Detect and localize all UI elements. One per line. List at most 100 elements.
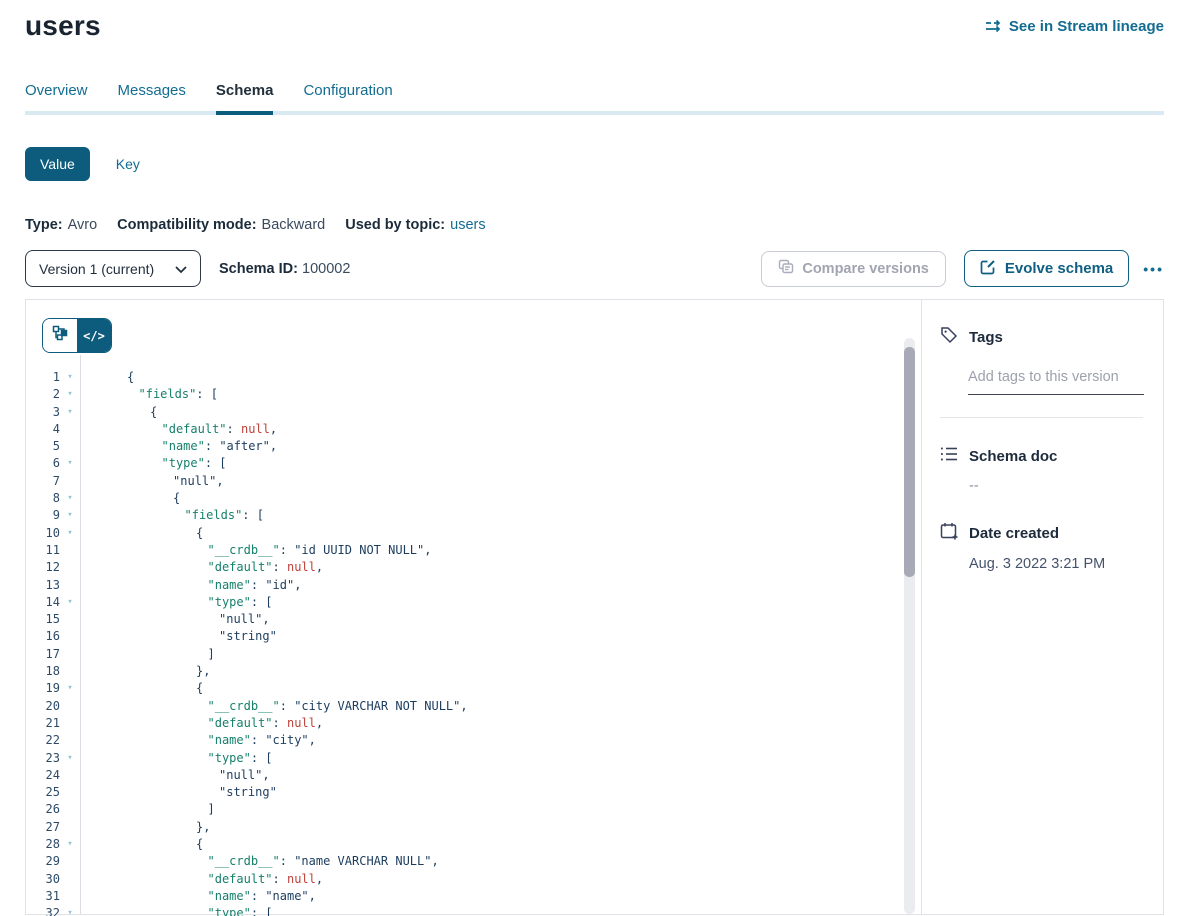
caret-placeholder — [60, 715, 80, 732]
caret-placeholder — [60, 628, 80, 645]
code-token: "city" — [265, 733, 308, 747]
code-text: "name": "after", — [80, 438, 277, 455]
code-text: "name": "name", — [80, 888, 316, 905]
code-token: }, — [196, 664, 210, 678]
code-token: "default" — [208, 716, 273, 730]
value-button[interactable]: Value — [25, 147, 90, 181]
collapse-caret-icon[interactable]: ▾ — [60, 750, 80, 767]
line-number: 30 — [26, 871, 60, 888]
tab-overview[interactable]: Overview — [25, 82, 88, 115]
code-scrollbar-thumb[interactable] — [904, 347, 915, 577]
code-token: : — [280, 854, 294, 868]
line-number: 29 — [26, 853, 60, 870]
code-token: "null" — [173, 474, 216, 488]
collapse-caret-icon[interactable]: ▾ — [60, 455, 80, 472]
tree-view-button[interactable] — [43, 319, 77, 352]
line-number: 5 — [26, 438, 60, 455]
evolve-schema-button[interactable]: Evolve schema — [964, 250, 1129, 287]
code-token: , — [316, 872, 323, 886]
schema-id: Schema ID: 100002 — [219, 261, 350, 277]
code-token: "fields" — [139, 387, 197, 401]
meta-value-link[interactable]: users — [450, 217, 485, 233]
code-text: ] — [80, 801, 215, 818]
sidebar-divider — [940, 417, 1143, 418]
code-line: 32▾"type": [ — [26, 905, 921, 916]
code-text: }, — [80, 663, 210, 680]
code-line: 12"default": null, — [26, 559, 921, 576]
collapse-caret-icon[interactable]: ▾ — [60, 386, 80, 403]
code-token: null — [287, 560, 316, 574]
code-token: : — [273, 872, 287, 886]
calendar-plus-icon — [940, 522, 958, 545]
collapse-caret-icon[interactable]: ▾ — [60, 507, 80, 524]
tab-messages[interactable]: Messages — [118, 82, 186, 115]
collapse-caret-icon[interactable]: ▾ — [60, 594, 80, 611]
collapse-caret-icon[interactable]: ▾ — [60, 836, 80, 853]
schema-id-label: Schema ID: — [219, 261, 298, 277]
tags-input[interactable] — [968, 365, 1144, 395]
line-number: 14 — [26, 594, 60, 611]
code-token: : [ — [196, 387, 218, 401]
code-token: , — [262, 768, 269, 782]
meta-value: Backward — [262, 217, 326, 233]
line-number: 2 — [26, 386, 60, 403]
line-number: 28 — [26, 836, 60, 853]
collapse-caret-icon[interactable]: ▾ — [60, 490, 80, 507]
code-token: }, — [196, 820, 210, 834]
code-line: 20"__crdb__": "city VARCHAR NOT NULL", — [26, 698, 921, 715]
code-token: "string" — [219, 629, 277, 643]
caret-placeholder — [60, 542, 80, 559]
line-number: 27 — [26, 819, 60, 836]
line-number: 24 — [26, 767, 60, 784]
code-token: ] — [208, 647, 215, 661]
code-text: "null", — [80, 611, 270, 628]
meta-item: Type:Avro — [25, 217, 97, 233]
list-icon — [940, 446, 958, 467]
code-view-button[interactable]: </> — [77, 319, 111, 352]
line-number: 15 — [26, 611, 60, 628]
caret-placeholder — [60, 611, 80, 628]
key-button[interactable]: Key — [116, 156, 140, 172]
tab-configuration[interactable]: Configuration — [303, 82, 392, 115]
code-token: , — [309, 733, 316, 747]
code-line: 1▾{ — [26, 369, 921, 386]
collapse-caret-icon[interactable]: ▾ — [60, 680, 80, 697]
page-title: users — [25, 10, 101, 42]
code-line: 10▾{ — [26, 525, 921, 542]
code-line: 3▾{ — [26, 404, 921, 421]
code-token: "default" — [208, 872, 273, 886]
tab-schema[interactable]: Schema — [216, 82, 274, 115]
line-number: 13 — [26, 577, 60, 594]
code-scrollbar[interactable] — [904, 338, 915, 914]
compare-versions-button[interactable]: Compare versions — [761, 251, 946, 287]
more-options-button[interactable]: ••• — [1143, 261, 1164, 277]
code-token: null — [287, 716, 316, 730]
caret-placeholder — [60, 577, 80, 594]
collapse-caret-icon[interactable]: ▾ — [60, 369, 80, 386]
code-token: { — [150, 405, 157, 419]
caret-placeholder — [60, 767, 80, 784]
collapse-caret-icon[interactable]: ▾ — [60, 905, 80, 916]
line-number: 1 — [26, 369, 60, 386]
stream-lineage-link[interactable]: See in Stream lineage — [985, 18, 1164, 35]
code-token: : [ — [242, 508, 264, 522]
code-text: { — [80, 525, 203, 542]
compare-versions-icon — [778, 259, 794, 278]
code-token: "name" — [208, 578, 251, 592]
collapse-caret-icon[interactable]: ▾ — [60, 525, 80, 542]
line-number: 16 — [26, 628, 60, 645]
code-line: 7"null", — [26, 473, 921, 490]
version-select[interactable]: Version 1 (current) — [25, 250, 201, 287]
line-number: 4 — [26, 421, 60, 438]
code-token: "name" — [265, 889, 308, 903]
code-line: 15 "null", — [26, 611, 921, 628]
code-text: "__crdb__": "id UUID NOT NULL", — [80, 542, 431, 559]
code-token: "__crdb__" — [208, 543, 280, 557]
code-token: "fields" — [185, 508, 243, 522]
line-number: 17 — [26, 646, 60, 663]
collapse-caret-icon[interactable]: ▾ — [60, 404, 80, 421]
code-text: "type": [ — [80, 594, 273, 611]
code-text: "string" — [80, 628, 277, 645]
code-token: "id UUID NOT NULL" — [294, 543, 424, 557]
caret-placeholder — [60, 646, 80, 663]
